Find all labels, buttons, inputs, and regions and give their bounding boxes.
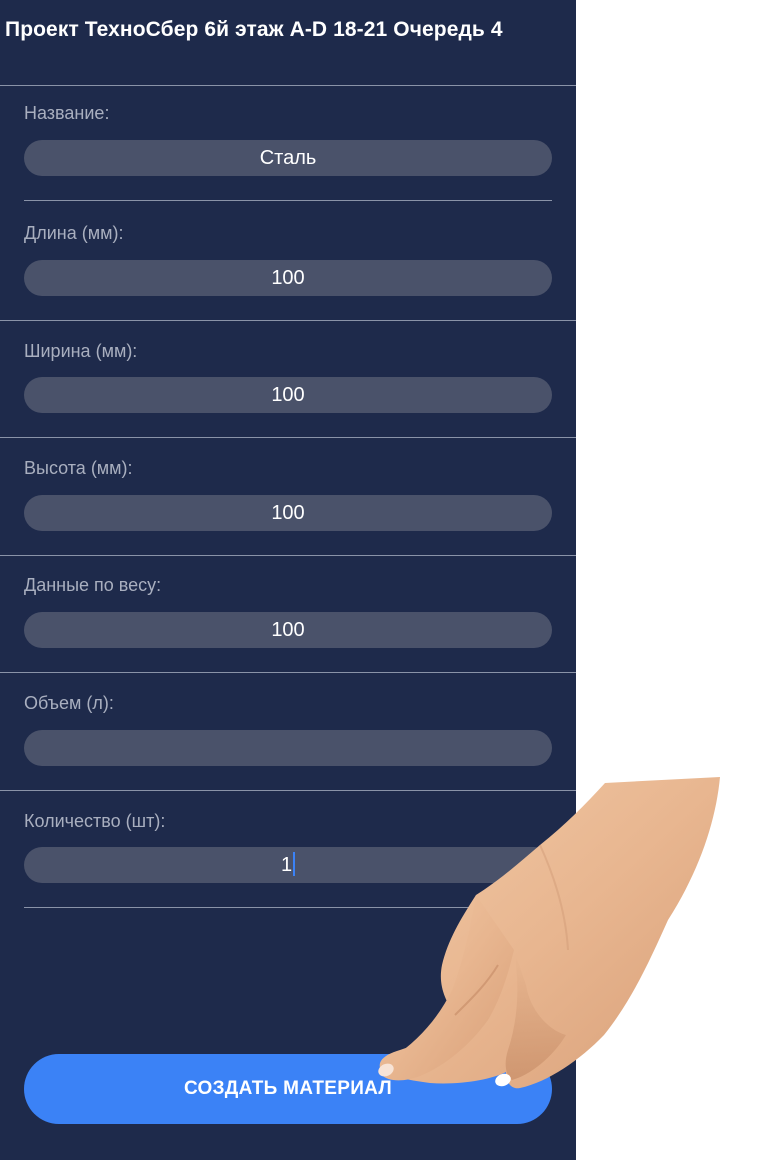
divider xyxy=(0,437,576,438)
height-input[interactable]: 100 xyxy=(24,495,552,531)
height-label: Высота (мм): xyxy=(24,458,133,478)
create-material-button[interactable]: СОЗДАТЬ МАТЕРИАЛ xyxy=(24,1054,552,1124)
volume-label: Объем (л): xyxy=(24,693,114,713)
page-title: Проект ТехноСбер 6й этаж A-D 18-21 Очере… xyxy=(5,18,503,41)
divider xyxy=(0,320,576,321)
divider xyxy=(24,200,552,201)
divider xyxy=(0,790,576,791)
weight-input[interactable]: 100 xyxy=(24,612,552,648)
header: Проект ТехноСбер 6й этаж A-D 18-21 Очере… xyxy=(0,0,576,86)
divider xyxy=(0,672,576,673)
form-screen: Проект ТехноСбер 6й этаж A-D 18-21 Очере… xyxy=(0,0,576,1160)
quantity-input[interactable]: 1 xyxy=(24,847,552,883)
length-input[interactable]: 100 xyxy=(24,260,552,296)
text-caret xyxy=(293,852,296,877)
quantity-label: Количество (шт): xyxy=(24,811,166,831)
volume-input[interactable] xyxy=(24,730,552,766)
quantity-value: 1 xyxy=(280,854,293,876)
name-input[interactable]: Сталь xyxy=(24,140,552,176)
width-input[interactable]: 100 xyxy=(24,377,552,413)
width-label: Ширина (мм): xyxy=(24,341,138,361)
length-label: Длина (мм): xyxy=(24,223,124,243)
divider xyxy=(24,907,552,908)
name-label: Название: xyxy=(24,103,110,123)
divider xyxy=(0,555,576,556)
weight-label: Данные по весу: xyxy=(24,575,162,595)
